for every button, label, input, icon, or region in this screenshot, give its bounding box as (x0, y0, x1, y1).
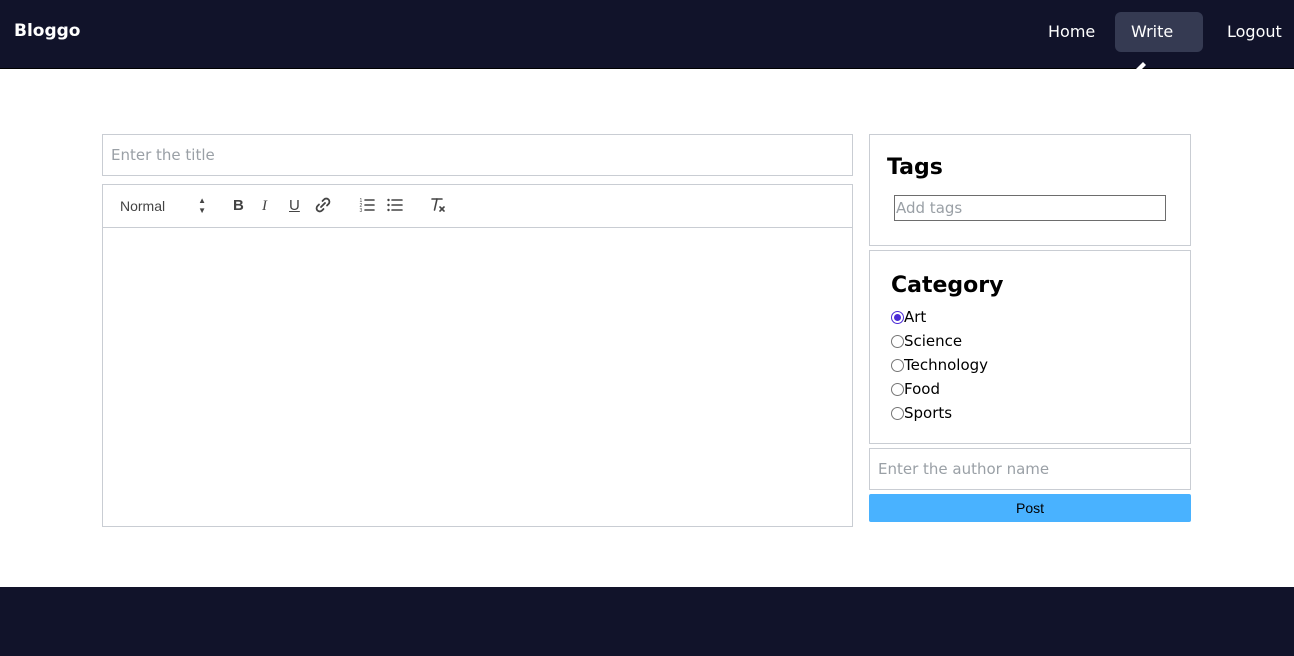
category-option-label: Food (904, 380, 940, 398)
brand-logo[interactable]: Bloggo (14, 21, 80, 41)
clear-format-icon[interactable] (429, 196, 447, 216)
category-option-sports[interactable]: Sports (891, 401, 988, 425)
nav-home-link[interactable]: Home (1032, 12, 1111, 52)
category-heading: Category (891, 273, 1004, 298)
underline-button[interactable]: U (289, 196, 300, 216)
nav-write-label: Write (1131, 22, 1174, 41)
radio-button[interactable] (891, 382, 904, 396)
select-arrows-icon: ▲ ▼ (198, 196, 206, 215)
tags-panel: Tags (869, 134, 1191, 246)
category-radio-group: Art Science Technology Food Sports (891, 305, 988, 425)
editor-toolbar: Normal ▲ ▼ B I U 123 (103, 185, 852, 228)
radio-button[interactable] (891, 358, 904, 372)
category-option-science[interactable]: Science (891, 329, 988, 353)
radio-button[interactable] (891, 406, 904, 420)
nav-logout-link[interactable]: Logout (1211, 12, 1294, 52)
format-select[interactable]: Normal ▲ ▼ (120, 196, 206, 216)
ordered-list-icon[interactable]: 123 (358, 196, 376, 216)
editor-content-area[interactable] (103, 228, 852, 526)
format-select-value: Normal (120, 198, 166, 214)
radio-button-checked[interactable] (891, 310, 904, 324)
tags-input[interactable] (894, 195, 1166, 221)
category-option-label: Technology (904, 356, 989, 374)
bold-button[interactable]: B (233, 196, 244, 216)
category-option-art[interactable]: Art (891, 305, 988, 329)
pencil-icon (1132, 51, 1148, 91)
rich-text-editor: Normal ▲ ▼ B I U 123 (102, 184, 853, 527)
tags-heading: Tags (887, 155, 943, 180)
author-name-input[interactable] (869, 448, 1191, 490)
navbar: Bloggo Home Write Logout (0, 0, 1294, 74)
post-button[interactable]: Post (869, 494, 1191, 522)
category-option-label: Sports (904, 404, 953, 422)
italic-button[interactable]: I (262, 196, 267, 216)
category-panel: Category Art Science Technology Food Spo… (869, 250, 1191, 444)
category-option-food[interactable]: Food (891, 377, 988, 401)
title-input[interactable] (102, 134, 853, 176)
bullet-list-icon[interactable] (386, 196, 404, 216)
category-option-technology[interactable]: Technology (891, 353, 988, 377)
radio-button[interactable] (891, 334, 904, 348)
category-option-label: Art (904, 308, 927, 326)
nav-write-link[interactable]: Write (1115, 12, 1203, 74)
footer (0, 587, 1294, 656)
category-option-label: Science (904, 332, 963, 350)
svg-text:3: 3 (360, 208, 363, 214)
link-icon[interactable] (314, 196, 332, 216)
